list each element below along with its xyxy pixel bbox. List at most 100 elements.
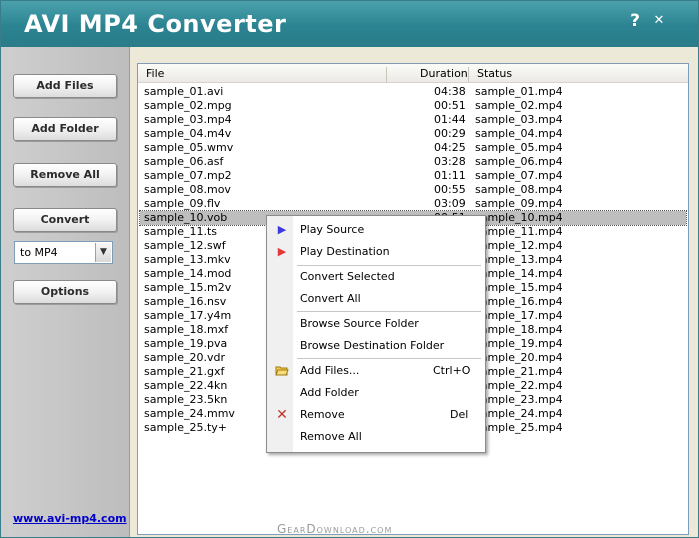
chevron-down-icon[interactable]: ▼ — [95, 243, 111, 262]
menu-item-label: Remove — [300, 408, 345, 421]
cell-status: sample_03.mp4 — [475, 113, 563, 126]
table-row[interactable]: sample_07.mp2 01:11 sample_07.mp4 — [140, 169, 686, 183]
table-row[interactable]: sample_06.asf 03:28 sample_06.mp4 — [140, 155, 686, 169]
cell-duration: 01:11 — [434, 169, 466, 182]
menu-item-play-source[interactable]: ▶ Play Source — [267, 220, 485, 240]
menu-item-label: Browse Source Folder — [300, 317, 419, 330]
options-button[interactable]: Options — [13, 280, 117, 304]
watermark: GearDownload.com — [277, 522, 393, 536]
menu-separator — [297, 311, 481, 312]
website-link[interactable]: www.avi-mp4.com — [13, 512, 127, 525]
menu-item-convert-all[interactable]: Convert All — [267, 289, 485, 309]
menu-item-label: Remove All — [300, 430, 362, 443]
menu-item-play-destination[interactable]: ▶ Play Destination — [267, 242, 485, 262]
cell-duration: 04:38 — [434, 85, 466, 98]
play-destination-icon: ▶ — [277, 245, 287, 258]
add-folder-button[interactable]: Add Folder — [13, 117, 117, 141]
cell-status: sample_17.mp4 — [475, 309, 563, 322]
cell-status: sample_25.mp4 — [475, 421, 563, 434]
cell-status: sample_06.mp4 — [475, 155, 563, 168]
cell-duration: 03:28 — [434, 155, 466, 168]
cell-duration: 00:55 — [434, 183, 466, 196]
cell-file: sample_10.vob — [144, 211, 228, 224]
cell-file: sample_02.mpg — [144, 99, 232, 112]
menu-item-label: Browse Destination Folder — [300, 339, 445, 352]
cell-file: sample_07.mp2 — [144, 169, 232, 182]
table-row[interactable]: sample_09.flv 03:09 sample_09.mp4 — [140, 197, 686, 211]
cell-file: sample_14.mod — [144, 267, 232, 280]
remove-all-button[interactable]: Remove All — [13, 163, 117, 187]
add-files-button[interactable]: Add Files — [13, 74, 117, 98]
cell-file: sample_21.gxf — [144, 365, 225, 378]
table-row[interactable]: sample_05.wmv 04:25 sample_05.mp4 — [140, 141, 686, 155]
cell-file: sample_01.avi — [144, 85, 224, 98]
cell-duration: 00:29 — [434, 127, 466, 140]
close-button[interactable]: ✕ — [649, 11, 669, 31]
cell-duration: 01:44 — [434, 113, 466, 126]
cell-status: sample_02.mp4 — [475, 99, 563, 112]
shortcut-label: Ctrl+O — [433, 364, 471, 377]
table-row[interactable]: sample_03.mp4 01:44 sample_03.mp4 — [140, 113, 686, 127]
cell-status: sample_11.mp4 — [475, 225, 563, 238]
cell-file: sample_12.swf — [144, 239, 226, 252]
column-header-status[interactable]: Status — [477, 67, 512, 80]
menu-item-convert-selected[interactable]: Convert Selected — [267, 267, 485, 287]
play-source-icon: ▶ — [277, 223, 287, 236]
cell-file: sample_17.y4m — [144, 309, 232, 322]
cell-status: sample_23.mp4 — [475, 393, 563, 406]
cell-status: sample_19.mp4 — [475, 337, 563, 350]
cell-status: sample_08.mp4 — [475, 183, 563, 196]
app-title: AVI MP4 Converter — [24, 10, 287, 38]
cell-status: sample_13.mp4 — [475, 253, 563, 266]
format-select-value: to MP4 — [20, 246, 58, 259]
cell-file: sample_13.mkv — [144, 253, 231, 266]
menu-item-label: Play Destination — [300, 245, 390, 258]
menu-item-browse-source[interactable]: Browse Source Folder — [267, 314, 485, 334]
table-row[interactable]: sample_01.avi 04:38 sample_01.mp4 — [140, 85, 686, 99]
menu-item-browse-destination[interactable]: Browse Destination Folder — [267, 336, 485, 356]
menu-item-add-folder[interactable]: Add Folder — [267, 383, 485, 403]
menu-item-remove-all[interactable]: Remove All — [267, 427, 485, 447]
table-row[interactable]: sample_02.mpg 00:51 sample_02.mp4 — [140, 99, 686, 113]
cell-file: sample_15.m2v — [144, 281, 232, 294]
menu-item-label: Add Folder — [300, 386, 359, 399]
column-divider[interactable] — [386, 67, 387, 82]
cell-duration: 04:25 — [434, 141, 466, 154]
table-row[interactable]: sample_04.m4v 00:29 sample_04.mp4 — [140, 127, 686, 141]
column-header-file[interactable]: File — [146, 67, 164, 80]
cell-status: sample_18.mp4 — [475, 323, 563, 336]
cell-file: sample_19.pva — [144, 337, 228, 350]
cell-status: sample_10.mp4 — [475, 211, 563, 224]
cell-status: sample_05.mp4 — [475, 141, 563, 154]
cell-duration: 00:51 — [434, 99, 466, 112]
help-button[interactable]: ? — [625, 11, 645, 31]
column-header-duration[interactable]: Duration — [420, 67, 468, 80]
cell-file: sample_09.flv — [144, 197, 221, 210]
cell-file: sample_23.5kn — [144, 393, 228, 406]
cell-file: sample_24.mmv — [144, 407, 235, 420]
main-window: AVI MP4 Converter ? ✕ Add Files Add Fold… — [0, 0, 699, 538]
cell-status: sample_14.mp4 — [475, 267, 563, 280]
cell-status: sample_21.mp4 — [475, 365, 563, 378]
cell-file: sample_04.m4v — [144, 127, 232, 140]
column-divider[interactable] — [468, 67, 469, 82]
list-header: File Duration Status — [138, 64, 688, 83]
shortcut-label: Del — [450, 408, 469, 421]
context-menu: ▶ Play Source ▶ Play Destination Convert… — [266, 215, 486, 453]
format-select[interactable]: to MP4 ▼ — [14, 241, 113, 264]
cell-status: sample_04.mp4 — [475, 127, 563, 140]
table-row[interactable]: sample_08.mov 00:55 sample_08.mp4 — [140, 183, 686, 197]
cell-status: sample_24.mp4 — [475, 407, 563, 420]
menu-item-add-files[interactable]: Add Files... Ctrl+O — [267, 361, 485, 381]
title-bar[interactable]: AVI MP4 Converter ? ✕ — [1, 1, 698, 47]
cell-status: sample_16.mp4 — [475, 295, 563, 308]
convert-button[interactable]: Convert — [13, 208, 117, 232]
cell-file: sample_06.asf — [144, 155, 224, 168]
menu-separator — [297, 358, 481, 359]
cell-file: sample_16.nsv — [144, 295, 227, 308]
cell-status: sample_12.mp4 — [475, 239, 563, 252]
cell-file: sample_05.wmv — [144, 141, 234, 154]
cell-file: sample_03.mp4 — [144, 113, 232, 126]
menu-item-remove[interactable]: ✕ Remove Del — [267, 405, 485, 425]
cell-status: sample_20.mp4 — [475, 351, 563, 364]
